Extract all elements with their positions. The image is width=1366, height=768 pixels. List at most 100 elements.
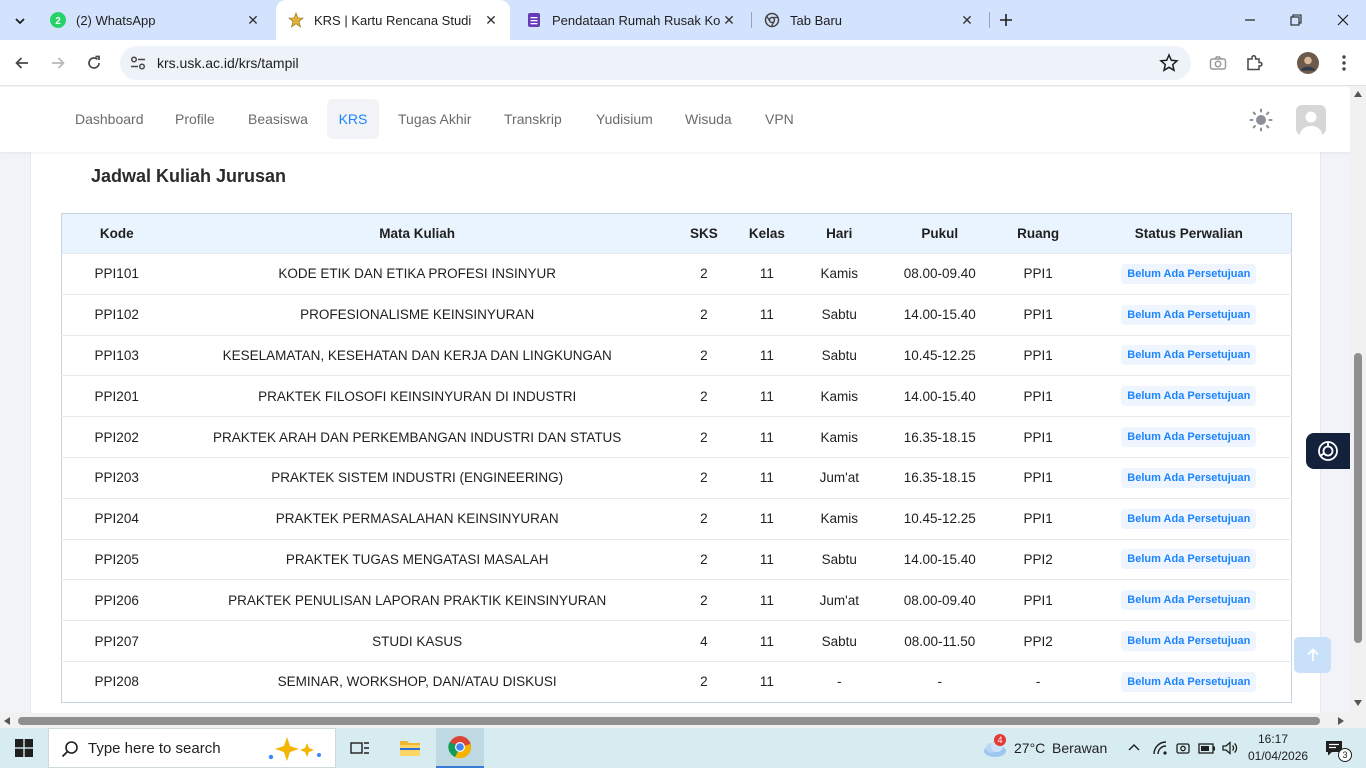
network-icon[interactable]: [1152, 740, 1168, 756]
nav-dashboard[interactable]: Dashboard: [66, 99, 153, 139]
reload-button[interactable]: [80, 49, 108, 77]
cell-ruang: PPI1: [989, 293, 1087, 336]
minimize-button[interactable]: [1227, 0, 1273, 40]
column-header-sks[interactable]: SKS: [662, 213, 745, 254]
nav-wisuda[interactable]: Wisuda: [676, 99, 741, 139]
cell-hari: Sabtu: [788, 293, 890, 336]
cell-pukul: 16.35-18.15: [889, 416, 990, 458]
column-header-hari[interactable]: Hari: [788, 213, 890, 254]
close-icon[interactable]: ✕: [720, 11, 738, 29]
cell-mata-kuliah: PRAKTEK PENULISAN LAPORAN PRAKTIK KEINSI…: [171, 579, 663, 621]
nav-tugas-akhir[interactable]: Tugas Akhir: [389, 99, 480, 139]
cell-kode: PPI205: [61, 538, 172, 580]
task-view-button[interactable]: [336, 728, 384, 768]
new-tab-button[interactable]: [994, 8, 1018, 32]
cell-pukul: 10.45-12.25: [889, 497, 990, 540]
user-avatar[interactable]: [1296, 105, 1326, 135]
column-header-status[interactable]: Status Perwalian: [1086, 213, 1292, 254]
status-badge: Belum Ada Persetujuan: [1121, 467, 1257, 488]
cell-pukul: 10.45-12.25: [889, 334, 990, 376]
nav-yudisium[interactable]: Yudisium: [587, 99, 662, 139]
status-badge: Belum Ada Persetujuan: [1121, 427, 1257, 448]
site-settings-icon[interactable]: [129, 54, 147, 72]
weather-condition[interactable]: Berawan: [1052, 740, 1107, 756]
cell-pukul: 08.00-11.50: [889, 620, 990, 662]
arrow-left-icon: [15, 57, 28, 69]
scroll-up-arrow-icon[interactable]: [1354, 91, 1362, 97]
task-view-icon: [350, 742, 369, 754]
column-header-kelas[interactable]: Kelas: [744, 213, 789, 254]
close-icon[interactable]: ✕: [958, 11, 976, 29]
status-badge: Belum Ada Persetujuan: [1121, 631, 1257, 652]
forward-button[interactable]: [44, 49, 72, 77]
screenshot-button[interactable]: [1204, 49, 1232, 77]
taskbar-search-box[interactable]: Type here to search: [48, 728, 336, 768]
horizontal-scrollbar[interactable]: [0, 713, 1350, 728]
clock-time: 16:17: [1257, 732, 1289, 746]
cell-status: Belum Ada Persetujuan: [1086, 579, 1292, 621]
column-header-mata-kuliah[interactable]: Mata Kuliah: [171, 213, 663, 254]
tab-search-button[interactable]: [6, 7, 34, 35]
accessibility-button[interactable]: [1306, 433, 1350, 469]
scroll-down-arrow-icon[interactable]: [1354, 700, 1362, 706]
nav-beasiswa[interactable]: Beasiswa: [239, 99, 317, 139]
plus-icon: [1000, 14, 1012, 26]
nav-krs[interactable]: KRS: [327, 99, 379, 139]
weather-temp[interactable]: 27°C: [1014, 740, 1045, 756]
table-row: PPI208 SEMINAR, WORKSHOP, DAN/ATAU DISKU…: [61, 660, 1292, 703]
scroll-left-arrow-icon[interactable]: [4, 717, 10, 725]
back-button[interactable]: [8, 49, 36, 77]
bookmark-star-icon[interactable]: [1159, 53, 1179, 73]
close-icon[interactable]: ✕: [482, 11, 500, 29]
cell-pukul: -: [889, 660, 990, 703]
restore-button[interactable]: [1273, 0, 1319, 40]
nav-transkrip[interactable]: Transkrip: [495, 99, 571, 139]
cell-kode: PPI101: [61, 253, 172, 295]
start-button[interactable]: [0, 728, 48, 768]
table-row: PPI207 STUDI KASUS 4 11 Sabtu 08.00-11.5…: [61, 620, 1292, 662]
cell-status: Belum Ada Persetujuan: [1086, 334, 1292, 376]
table-row: PPI201 PRAKTEK FILOSOFI KEINSINYURAN DI …: [61, 375, 1292, 417]
sun-icon[interactable]: [1249, 108, 1273, 132]
notification-center-button[interactable]: 3: [1312, 728, 1356, 768]
horizontal-scroll-thumb[interactable]: [18, 717, 1320, 725]
tab-krs[interactable]: KRS | Kartu Rencana Studi ✕: [276, 0, 510, 40]
chrome-menu-button[interactable]: [1330, 49, 1358, 77]
column-header-kode[interactable]: Kode: [61, 213, 172, 254]
system-clock[interactable]: 16:17 01/04/2026: [1248, 731, 1308, 765]
tab-new-tab-page[interactable]: Tab Baru ✕: [752, 0, 986, 40]
close-icon: [1337, 14, 1349, 26]
tab-whatsapp[interactable]: 2 (2) WhatsApp ✕: [38, 0, 272, 40]
extensions-button[interactable]: [1240, 49, 1268, 77]
cell-sks: 2: [662, 660, 745, 703]
column-header-pukul[interactable]: Pukul: [889, 213, 990, 254]
taskbar-chrome[interactable]: [436, 728, 484, 768]
table-row: PPI103 KESELAMATAN, KESEHATAN DAN KERJA …: [61, 334, 1292, 376]
status-badge: Belum Ada Persetujuan: [1121, 508, 1257, 529]
meet-now-icon[interactable]: [1175, 740, 1191, 756]
taskbar-file-explorer[interactable]: [386, 728, 434, 768]
nav-profile[interactable]: Profile: [166, 99, 224, 139]
cell-kode: PPI207: [61, 620, 172, 662]
vertical-scrollbar[interactable]: [1350, 87, 1366, 713]
scroll-right-arrow-icon[interactable]: [1338, 717, 1344, 725]
address-bar[interactable]: krs.usk.ac.id/krs/tampil: [120, 46, 1191, 80]
vertical-scroll-thumb[interactable]: [1354, 353, 1362, 643]
cell-status: Belum Ada Persetujuan: [1086, 416, 1292, 458]
volume-icon[interactable]: [1221, 740, 1239, 756]
close-window-button[interactable]: [1320, 0, 1366, 40]
cell-hari: Jum'at: [788, 579, 890, 621]
nav-vpn[interactable]: VPN: [756, 99, 803, 139]
cell-kelas: 11: [744, 416, 789, 458]
cell-pukul: 08.00-09.40: [889, 253, 990, 295]
cell-mata-kuliah: PRAKTEK ARAH DAN PERKEMBANGAN INDUSTRI D…: [171, 416, 663, 458]
battery-icon[interactable]: [1198, 740, 1216, 756]
cell-kode: PPI203: [61, 456, 172, 499]
tab-pendataan[interactable]: Pendataan Rumah Rusak Kota L ✕: [514, 0, 748, 40]
scroll-to-top-button[interactable]: [1294, 637, 1331, 673]
search-placeholder: Type here to search: [88, 739, 221, 757]
profile-button[interactable]: [1294, 49, 1322, 77]
column-header-ruang[interactable]: Ruang: [989, 213, 1087, 254]
chevron-up-icon[interactable]: [1128, 742, 1140, 754]
close-icon[interactable]: ✕: [244, 11, 262, 29]
